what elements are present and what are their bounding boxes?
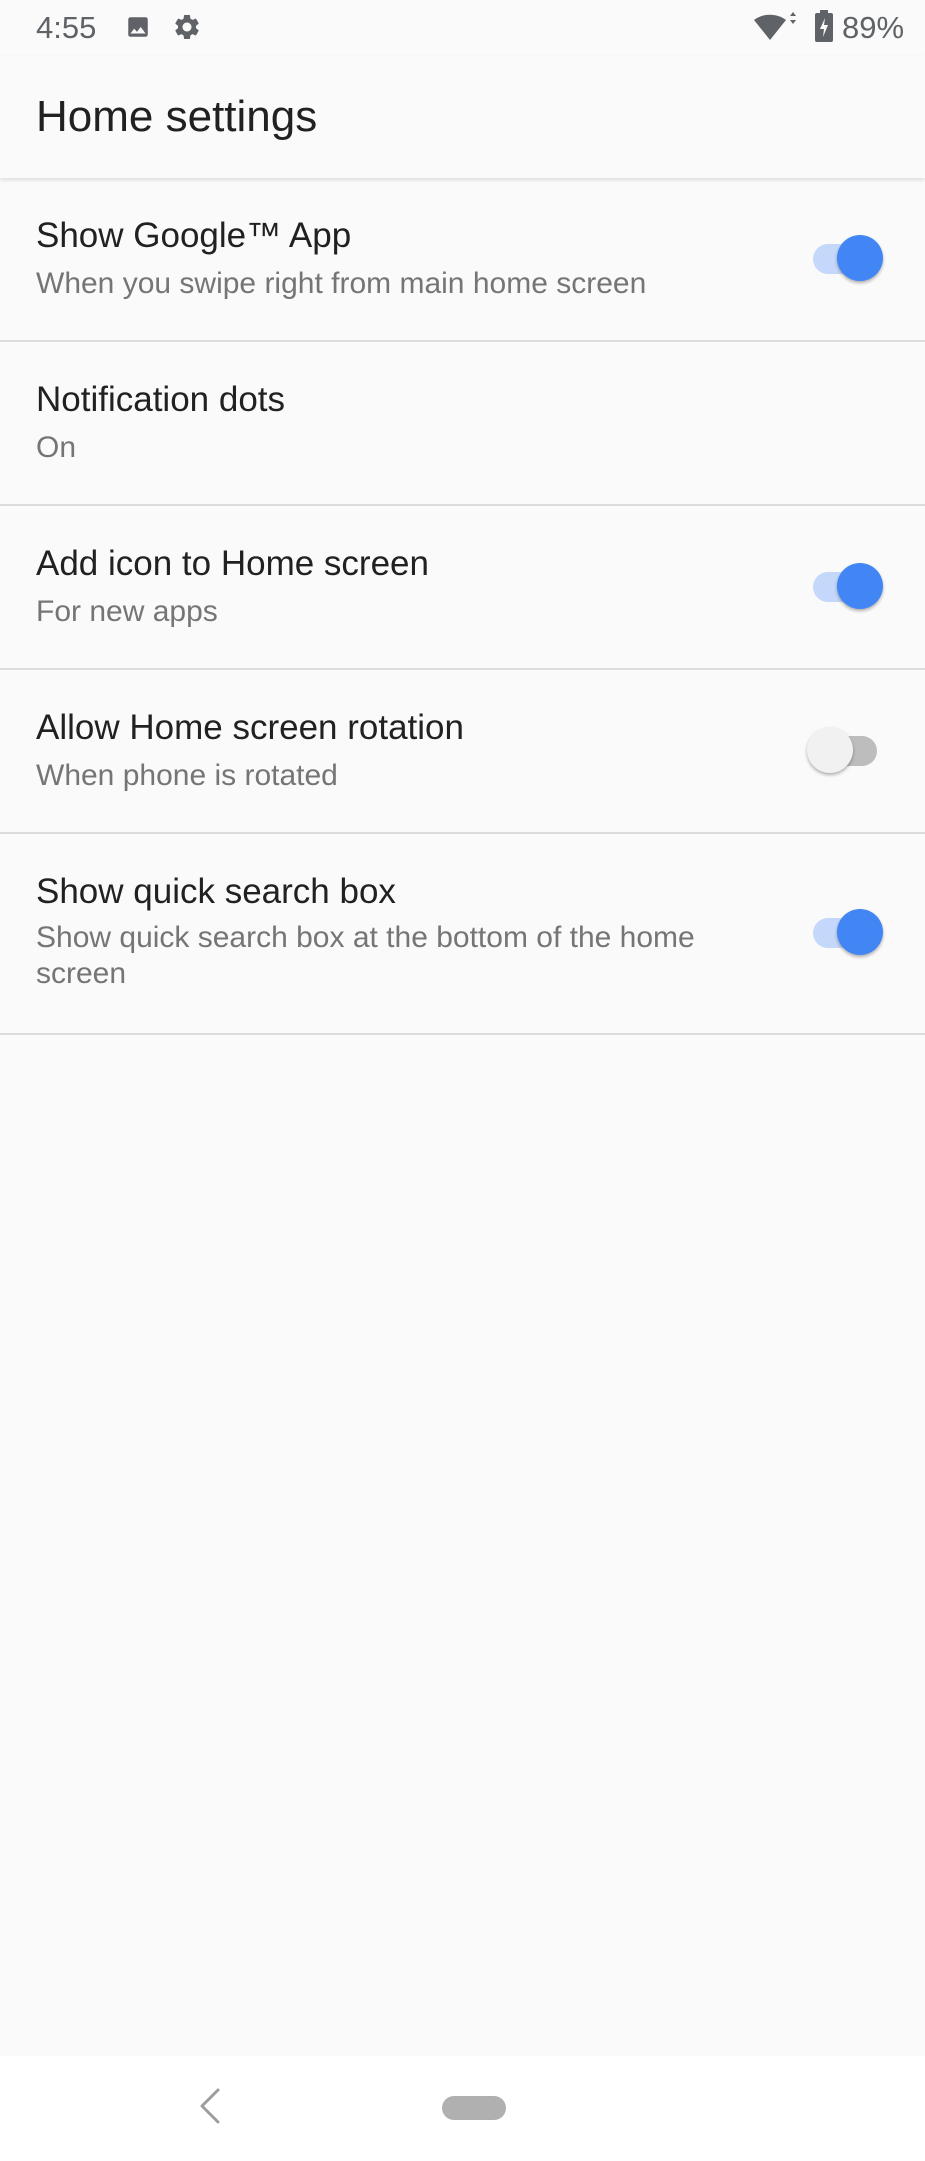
setting-title: Show quick search box [36,872,396,911]
settings-list: Show Google™ App When you swipe right fr… [0,178,925,1035]
quick-search-box-switch[interactable] [813,908,883,958]
wifi-icon [754,12,796,40]
show-google-app-switch[interactable] [813,234,883,284]
switch-thumb [807,727,853,773]
status-time: 4:55 [36,10,97,45]
home-screen-rotation-switch[interactable] [807,726,881,776]
setting-summary: When you swipe right from main home scre… [36,267,647,300]
page-title: Home settings [36,92,318,141]
setting-summary: Show quick search box at the bottom of t… [36,921,695,990]
back-icon[interactable] [196,2086,224,2126]
switch-thumb [837,909,883,955]
setting-title: Add icon to Home screen [36,544,429,583]
navigation-bar [0,2056,925,2161]
home-pill-icon[interactable] [442,2096,506,2120]
setting-notification-dots[interactable]: Notification dots On [0,342,925,506]
setting-summary: On [36,431,77,464]
setting-show-google-app[interactable]: Show Google™ App When you swipe right fr… [0,178,925,342]
setting-title: Allow Home screen rotation [36,708,464,747]
setting-title: Show Google™ App [36,216,352,255]
battery-percentage: 89% [842,10,905,45]
setting-summary: For new apps [36,595,218,628]
setting-summary: When phone is rotated [36,759,338,792]
gear-icon [175,15,199,39]
setting-title: Notification dots [36,380,286,419]
battery-charging-icon [815,10,833,42]
setting-add-icon-home-screen[interactable]: Add icon to Home screen For new apps [0,506,925,670]
setting-quick-search-box[interactable]: Show quick search box Show quick search … [0,834,925,1035]
status-bar: 4:55 89% [0,0,925,56]
switch-thumb [837,235,883,281]
add-icon-home-screen-switch[interactable] [813,562,883,612]
app-bar: Home settings [0,56,925,178]
switch-thumb [837,563,883,609]
setting-home-screen-rotation[interactable]: Allow Home screen rotation When phone is… [0,670,925,834]
image-icon [128,17,148,37]
